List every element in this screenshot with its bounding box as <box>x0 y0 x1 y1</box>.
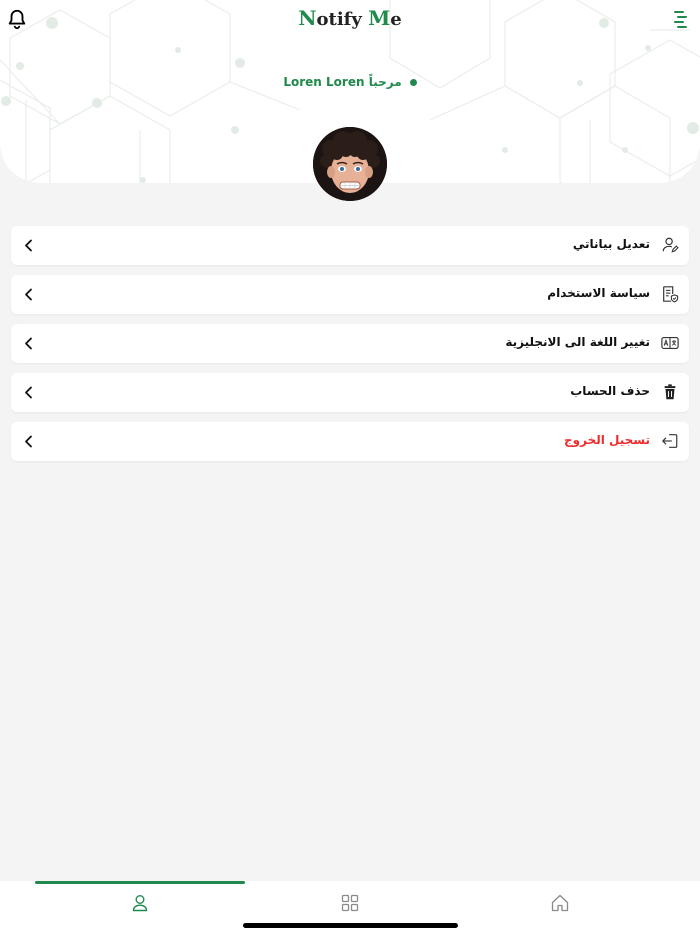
brand-letter-m: M <box>368 6 391 30</box>
active-tab-indicator <box>35 881 245 884</box>
status-dot-icon <box>409 79 417 86</box>
chevron-left-icon <box>25 288 32 301</box>
welcome-text: مرحباً Loren Loren <box>283 75 402 89</box>
avatar[interactable] <box>313 127 387 201</box>
chevron-left-icon <box>25 337 32 350</box>
menu-item-label: تغيير اللغة الى الانجليزية <box>505 335 650 349</box>
menu-item-label: تعديل بياناتي <box>572 237 650 251</box>
menu-item-logout[interactable]: تسجيل الخروج <box>11 422 689 461</box>
welcome-message: مرحباً Loren Loren <box>0 75 700 89</box>
menu-icon[interactable] <box>672 10 688 28</box>
menu-item-label: تسجيل الخروج <box>564 433 650 447</box>
chevron-left-icon <box>25 435 32 448</box>
menu-item-change-language[interactable]: تغيير اللغة الى الانجليزية <box>11 324 689 363</box>
brand-letter-n: N <box>298 6 317 30</box>
trash-icon <box>664 384 676 400</box>
user-edit-icon <box>662 237 679 253</box>
policy-document-icon <box>663 286 679 303</box>
home-icon[interactable] <box>550 893 570 913</box>
menu-item-edit-profile[interactable]: تعديل بياناتي <box>11 226 689 265</box>
memoji-avatar-image <box>313 127 387 201</box>
profile-icon[interactable] <box>130 893 150 913</box>
brand-text-e: e <box>390 9 402 30</box>
menu-item-label: حذف الحساب <box>570 384 650 398</box>
chevron-left-icon <box>25 239 32 252</box>
settings-menu-list: تعديل بياناتي سياسة الاستخدام تغيير اللغ… <box>11 226 689 471</box>
menu-item-usage-policy[interactable]: سياسة الاستخدام <box>11 275 689 314</box>
grid-icon[interactable] <box>340 893 360 913</box>
app-logo: Notify Me <box>0 6 700 30</box>
menu-item-delete-account[interactable]: حذف الحساب <box>11 373 689 412</box>
translate-icon <box>661 337 679 349</box>
home-indicator-bar <box>243 923 458 928</box>
logout-icon <box>662 434 678 448</box>
chevron-left-icon <box>25 386 32 399</box>
menu-item-label: سياسة الاستخدام <box>547 286 650 300</box>
brand-text-otify: otify <box>316 9 369 30</box>
